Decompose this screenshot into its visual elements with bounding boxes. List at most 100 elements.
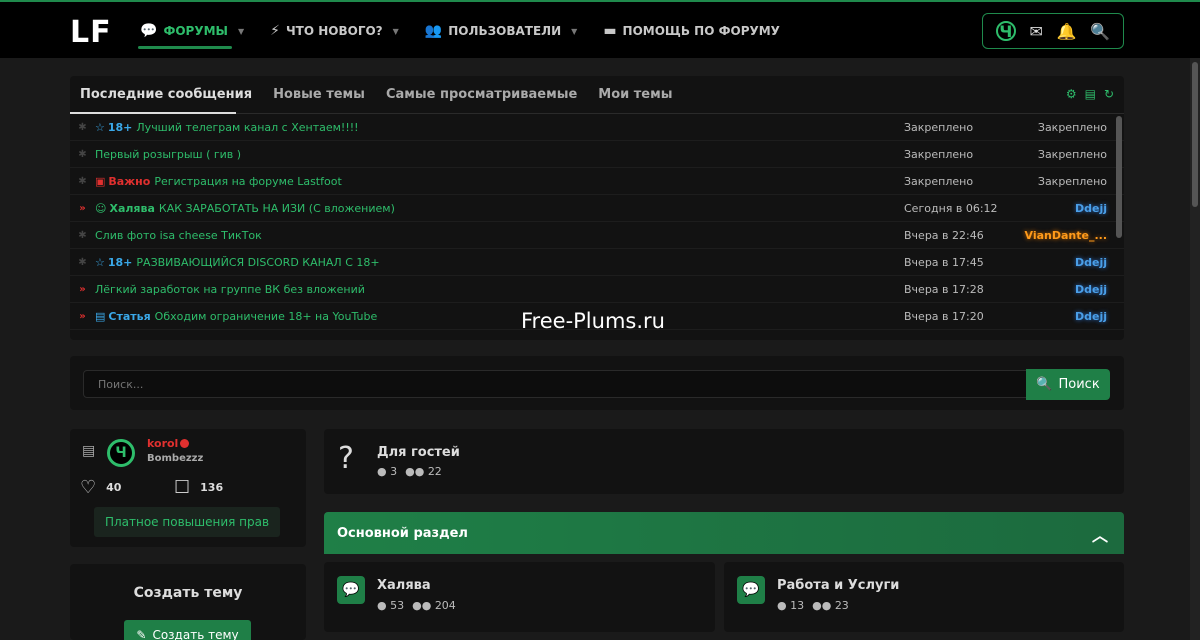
forum-node[interactable]: 💬 Халява ● 53 ●● 204 <box>324 562 715 632</box>
thread-last-poster[interactable]: Закреплено <box>1038 175 1107 188</box>
create-thread-button[interactable]: ✎ Создать тему <box>124 620 251 640</box>
thread-last-poster[interactable]: Ddejj <box>1075 202 1107 215</box>
chevron-up-icon[interactable]: ︿ <box>1092 522 1108 546</box>
latest-posts-panel: Последние сообщения Новые темы Самые про… <box>70 76 1124 340</box>
tab-latest-posts[interactable]: Последние сообщения <box>80 87 252 102</box>
avatar[interactable]: Ч <box>107 439 135 467</box>
thread-date[interactable]: Закреплено <box>904 148 973 161</box>
thread-title-link[interactable]: РАЗВИВАЮЩИЙСЯ DISCORD КАНАЛ С 18+ <box>136 256 379 269</box>
latest-scrollbar-thumb[interactable] <box>1116 116 1122 238</box>
search-input[interactable] <box>83 370 1027 398</box>
thread-row[interactable]: ✱ ☆ 18+ Лучший телеграм канал с Хентаем!!!!… <box>70 114 1124 141</box>
refresh-icon[interactable]: ↻ <box>1104 87 1114 101</box>
settings-icon[interactable]: ⚙ <box>1066 87 1077 101</box>
thread-date[interactable]: Вчера в 17:45 <box>904 256 984 269</box>
thread-last-poster[interactable]: VianDante_... <box>1025 229 1107 242</box>
tab-most-viewed[interactable]: Самые просматриваемые <box>386 87 577 102</box>
chevron-down-icon[interactable]: ▼ <box>238 27 244 36</box>
category-header[interactable]: Основной раздел ︿ <box>324 512 1124 554</box>
unread-marker-icon[interactable]: ✱ <box>70 257 95 268</box>
thread-prefix[interactable]: ☆ 18+ <box>95 256 132 269</box>
prefix-icon: ▣ <box>95 174 106 188</box>
document-icon[interactable]: ▤ <box>82 443 95 459</box>
nav-users[interactable]: 👥 ПОЛЬЗОВАТЕЛИ ▼ <box>425 21 578 41</box>
forum-node[interactable]: 💬 Работа и Услуги ● 13 ●● 23 <box>724 562 1124 632</box>
thread-row[interactable]: ✱ ▣ Важно Регистрация на форуме Lastfoot Зак… <box>70 168 1124 195</box>
thread-prefix[interactable]: ▤ Статья <box>95 310 151 323</box>
chevron-down-icon[interactable]: ▼ <box>393 27 399 36</box>
thread-last-poster[interactable]: Закреплено <box>1038 121 1107 134</box>
page-scrollbar-thumb[interactable] <box>1192 62 1198 207</box>
page-scrollbar[interactable] <box>1190 58 1200 640</box>
users-icon: 👥 <box>424 23 443 39</box>
heart-icon: ♡ <box>80 477 97 498</box>
thread-title-link[interactable]: Слив фото isa cheese ТикТок <box>95 229 262 242</box>
thread-title-link[interactable]: Регистрация на форуме Lastfoot <box>154 175 341 188</box>
search-icon[interactable]: 🔍 <box>1090 22 1110 41</box>
prefix-label: 18+ <box>107 120 133 134</box>
tab-my-threads[interactable]: Мои темы <box>598 87 672 102</box>
forum-node-guests[interactable]: ? Для гостей ● 3 ●● 22 <box>324 429 1124 494</box>
unread-marker-icon[interactable]: ✱ <box>70 149 95 160</box>
nav-help-label: ПОМОЩЬ ПО ФОРУМУ <box>622 24 780 38</box>
thread-title-link[interactable]: Лёгкий заработок на группе ВК без вложен… <box>95 283 365 296</box>
profile-username[interactable]: korol <box>147 437 190 450</box>
nav-whats-new[interactable]: ⚡ ЧТО НОВОГО? ▼ <box>270 21 399 41</box>
thread-last-poster[interactable]: Закреплено <box>1038 148 1107 161</box>
thread-row[interactable]: » ☺ Халява КАК ЗАРАБОТАТЬ НА ИЗИ (С вложени… <box>70 195 1124 222</box>
thread-last-poster[interactable]: Ddejj <box>1075 283 1107 296</box>
tab-new-threads[interactable]: Новые темы <box>273 87 365 102</box>
thread-title-link[interactable]: Обходим ограничение 18+ на YouTube <box>155 310 378 323</box>
thread-date[interactable]: Вчера в 17:28 <box>904 283 984 296</box>
comment-icon: ☐ <box>174 477 191 498</box>
thread-row[interactable]: ✱ ☆ 18+ РАЗВИВАЮЩИЙСЯ DISCORD КАНАЛ С 18+ Вч… <box>70 249 1124 276</box>
thread-date[interactable]: Закреплено <box>904 121 973 134</box>
nav-active-indicator <box>138 46 232 49</box>
upgrade-button[interactable]: Платное повышения прав <box>94 507 280 537</box>
unread-marker-icon[interactable]: ✱ <box>70 230 95 241</box>
thread-prefix[interactable]: ▣ Важно <box>95 175 150 188</box>
search-icon: 🔍 <box>1036 377 1053 392</box>
thread-date[interactable]: Вчера в 22:46 <box>904 229 984 242</box>
thread-title-link[interactable]: Лучший телеграм канал с Хентаем!!!! <box>136 121 358 134</box>
thread-date[interactable]: Вчера в 17:20 <box>904 310 984 323</box>
archive-icon[interactable]: ▤ <box>1085 87 1096 101</box>
unread-marker-icon[interactable]: ✱ <box>70 122 95 133</box>
thread-row[interactable]: » Лёгкий заработок на группе ВК без вложе… <box>70 276 1124 303</box>
forum-node-title[interactable]: Для гостей <box>377 445 460 460</box>
forum-node-title[interactable]: Халява <box>377 578 431 593</box>
nav-help[interactable]: ▬ ПОМОЩЬ ПО ФОРУМУ <box>603 21 780 41</box>
thread-date[interactable]: Закреплено <box>904 175 973 188</box>
prefix-icon: ☆ <box>95 255 105 269</box>
search-button[interactable]: 🔍 Поиск <box>1026 369 1110 400</box>
comments-icon: ●● <box>412 599 432 612</box>
thread-title-link[interactable]: КАК ЗАРАБОТАТЬ НА ИЗИ (С вложением) <box>159 202 395 215</box>
forum-node-title[interactable]: Работа и Услуги <box>777 578 899 593</box>
double-chevron-icon[interactable]: » <box>70 203 95 214</box>
bell-icon[interactable]: 🔔 <box>1057 22 1077 41</box>
thread-row[interactable]: ✱ Слив фото isa cheese ТикТок Вчера в 22:4… <box>70 222 1124 249</box>
chevron-down-icon[interactable]: ▼ <box>571 27 577 36</box>
latest-tabs: Последние сообщения Новые темы Самые про… <box>70 76 1124 114</box>
thread-prefix[interactable]: ☆ 18+ <box>95 121 132 134</box>
thread-last-poster[interactable]: Ddejj <box>1075 310 1107 323</box>
envelope-icon[interactable]: ✉ <box>1030 22 1043 41</box>
thread-last-poster[interactable]: Ddejj <box>1075 256 1107 269</box>
thread-prefix[interactable]: ☺ Халява <box>95 202 155 215</box>
edit-icon: ✎ <box>136 628 147 640</box>
category-title: Основной раздел <box>337 526 468 541</box>
double-chevron-icon[interactable]: » <box>70 311 95 322</box>
comment-icon: ● <box>377 465 387 478</box>
double-chevron-icon[interactable]: » <box>70 284 95 295</box>
thread-date[interactable]: Сегодня в 06:12 <box>904 202 998 215</box>
account-avatar[interactable]: Ч <box>995 21 1016 41</box>
prefix-label: 18+ <box>107 255 133 269</box>
thread-row[interactable]: ✱ Первый розыгрыш ( гив ) Закреплено Закреп… <box>70 141 1124 168</box>
unread-marker-icon[interactable]: ✱ <box>70 176 95 187</box>
site-logo[interactable]: LF <box>70 15 112 50</box>
prefix-label: Халява <box>109 201 155 215</box>
nav-forums[interactable]: 💬 ФОРУМЫ ▼ <box>140 21 244 41</box>
threads-count: 53 <box>390 599 405 612</box>
forum-node-stats: ● 13 ●● 23 <box>777 599 849 612</box>
thread-title-link[interactable]: Первый розыгрыш ( гив ) <box>95 148 241 161</box>
